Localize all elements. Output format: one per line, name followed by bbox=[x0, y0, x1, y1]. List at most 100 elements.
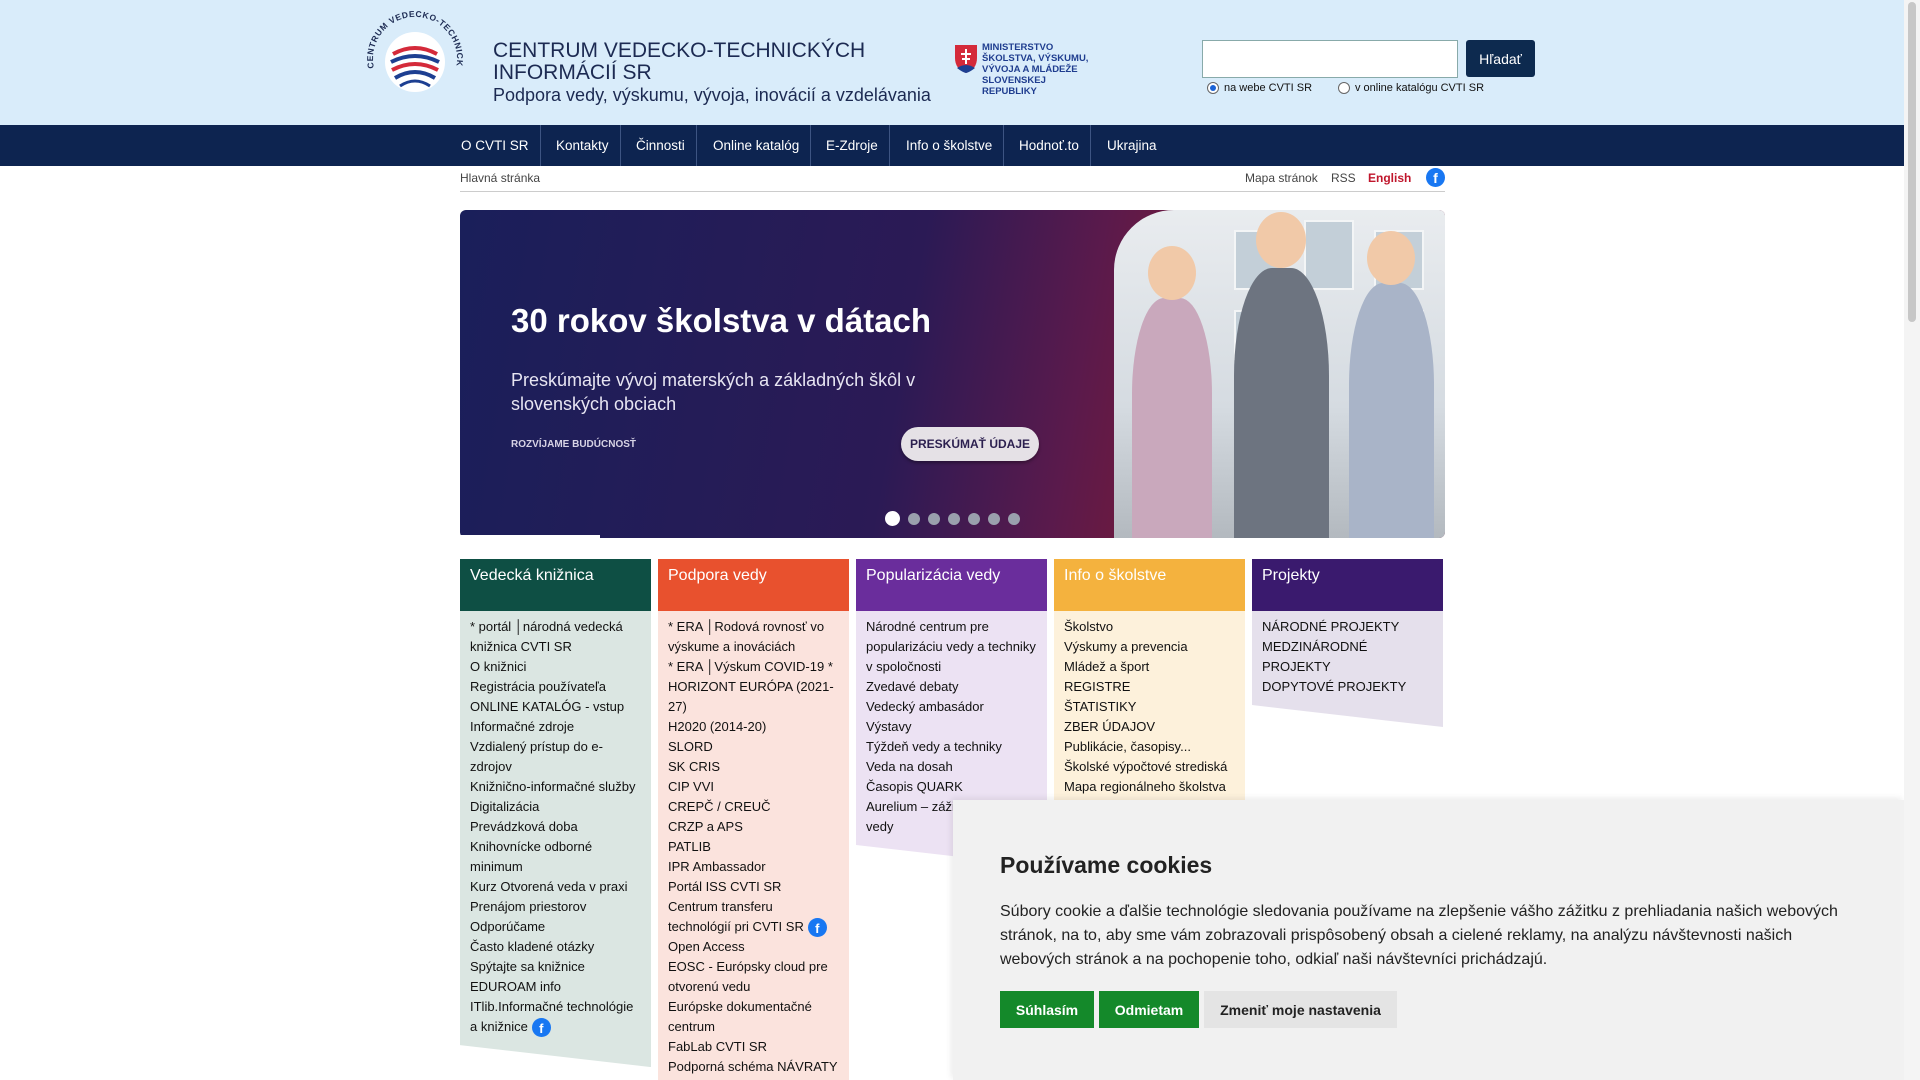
column-link[interactable]: Vzdialený prístup do e-zdrojov bbox=[470, 737, 641, 777]
column-link[interactable]: Registrácia používateľa bbox=[470, 677, 641, 697]
column-link[interactable]: Výstavy bbox=[866, 717, 1037, 737]
scrollbar-thumb[interactable] bbox=[1908, 2, 1916, 322]
column-link[interactable]: Často kladené otázky bbox=[470, 937, 641, 957]
banner-subtitle: Preskúmajte vývoj materských a základnýc… bbox=[511, 370, 916, 414]
cookie-settings-button[interactable]: Zmeniť moje nastavenia bbox=[1204, 991, 1397, 1028]
column-title[interactable]: Vedecká knižnica bbox=[460, 559, 651, 611]
radio-catalog-control[interactable] bbox=[1338, 82, 1350, 94]
column-link[interactable]: CRZP a APS bbox=[668, 817, 839, 837]
column-link[interactable]: IPR Ambassador bbox=[668, 857, 839, 877]
carousel-dot[interactable] bbox=[968, 512, 980, 525]
column-link[interactable]: Odporúčame bbox=[470, 917, 641, 937]
column-link[interactable]: SLORD bbox=[668, 737, 839, 757]
column-link[interactable]: Vedecký ambasádor bbox=[866, 697, 1037, 717]
column-link[interactable]: HORIZONT EURÓPA (2021-27) bbox=[668, 677, 839, 717]
column-link[interactable]: Mládež a šport bbox=[1064, 657, 1235, 677]
column-link[interactable]: Informačné zdroje bbox=[470, 717, 641, 737]
column-link[interactable]: Výskumy a prevencia bbox=[1064, 637, 1235, 657]
column-link[interactable]: Podporná schéma NÁVRATY bbox=[668, 1057, 839, 1077]
column-link[interactable]: Veda na dosah bbox=[866, 757, 1037, 777]
column-link[interactable]: FabLab CVTI SR bbox=[668, 1037, 839, 1057]
nav-ukrajina[interactable]: Ukrajina bbox=[1096, 125, 1168, 166]
ministry-logo[interactable]: MINISTERSTVO ŠKOLSTVA, VÝSKUMU, VÝVOJA A… bbox=[952, 40, 1102, 97]
column-link[interactable]: Prenájom priestorov bbox=[470, 897, 641, 917]
column-title[interactable]: Podpora vedy bbox=[658, 559, 849, 611]
site-title[interactable]: CENTRUM VEDECKO-TECHNICKÝCH INFORMÁCIÍ S… bbox=[493, 40, 953, 106]
cookie-reject-button[interactable]: Odmietam bbox=[1099, 991, 1199, 1028]
nav-hodnot-to[interactable]: Hodnoť.to bbox=[1008, 125, 1091, 166]
breadcrumb[interactable]: Hlavná stránka bbox=[460, 171, 540, 185]
column-link[interactable]: ŠTATISTIKY bbox=[1064, 697, 1235, 717]
facebook-icon[interactable]: f bbox=[1426, 168, 1445, 187]
carousel-dot[interactable] bbox=[1008, 512, 1020, 525]
sitemap-link[interactable]: Mapa stránok bbox=[1245, 171, 1318, 185]
column-link[interactable]: EOSC - Európsky cloud pre otvorenú vedu bbox=[668, 957, 839, 997]
column-link[interactable]: SK CRIS bbox=[668, 757, 839, 777]
nav-cinnosti[interactable]: Činnosti bbox=[625, 125, 697, 166]
column-link[interactable]: Európske dokumentačné centrum bbox=[668, 997, 839, 1037]
column-link[interactable]: ZBER ÚDAJOV bbox=[1064, 717, 1235, 737]
column-link[interactable]: Týždeň vedy a techniky bbox=[866, 737, 1037, 757]
column-title[interactable]: Info o školstve bbox=[1054, 559, 1245, 611]
column-link[interactable]: Open Access bbox=[668, 937, 839, 957]
column-link[interactable]: Kurz Otvorená veda v praxi bbox=[470, 877, 641, 897]
column-link[interactable]: DOPYTOVÉ PROJEKTY bbox=[1262, 677, 1433, 697]
rss-link[interactable]: RSS bbox=[1331, 171, 1356, 185]
column-link[interactable]: PATLIB bbox=[668, 837, 839, 857]
column-link[interactable]: ITlib.Informačné technológie a knižnice f bbox=[470, 997, 641, 1037]
banner-cta-button[interactable]: PRESKÚMAŤ ÚDAJE bbox=[901, 427, 1039, 461]
column-link[interactable]: EDUROAM info bbox=[470, 977, 641, 997]
nav-o-cvti[interactable]: O CVTI SR bbox=[450, 125, 541, 166]
hero-banner[interactable]: 30 rokov školstva v dátach Preskúmajte v… bbox=[460, 210, 1445, 538]
column-title[interactable]: Popularizácia vedy bbox=[856, 559, 1047, 611]
column-link[interactable]: NÁRODNÉ PROJEKTY bbox=[1262, 617, 1433, 637]
cookie-accept-button[interactable]: Súhlasím bbox=[1000, 991, 1094, 1028]
nav-e-zdroje[interactable]: E-Zdroje bbox=[815, 125, 890, 166]
column-link[interactable]: Časopis QUARK bbox=[866, 777, 1037, 797]
column-link[interactable]: H2020 (2014-20) bbox=[668, 717, 839, 737]
carousel-dot[interactable] bbox=[988, 512, 1000, 525]
column-link[interactable]: Publikácie, časopisy... bbox=[1064, 737, 1235, 757]
column-link[interactable]: Mapa regionálneho školstva bbox=[1064, 777, 1235, 797]
nav-info-o-skolstve[interactable]: Info o školstve bbox=[895, 125, 1005, 166]
column-link[interactable]: Digitalizácia bbox=[470, 797, 641, 817]
column-link[interactable]: Portál ISS CVTI SR bbox=[668, 877, 839, 897]
carousel-dot[interactable] bbox=[908, 512, 920, 525]
column-link[interactable]: Spýtajte sa knižnice bbox=[470, 957, 641, 977]
column-title[interactable]: Projekty bbox=[1252, 559, 1443, 611]
column-link[interactable]: Školstvo bbox=[1064, 617, 1235, 637]
column-link[interactable]: Knihovnícke odborné minimum bbox=[470, 837, 641, 877]
nav-online-katalog[interactable]: Online katalóg bbox=[702, 125, 812, 166]
nav-kontakty[interactable]: Kontakty bbox=[545, 125, 621, 166]
radio-search-catalog[interactable]: v online katalógu CVTI SR bbox=[1338, 82, 1484, 94]
carousel-dot[interactable] bbox=[948, 512, 960, 525]
english-link[interactable]: English bbox=[1368, 171, 1411, 185]
facebook-icon[interactable]: f bbox=[808, 918, 827, 937]
column-link[interactable]: CREPČ / CREUČ bbox=[668, 797, 839, 817]
facebook-icon[interactable]: f bbox=[532, 1018, 551, 1037]
column-link[interactable]: O knižnici bbox=[470, 657, 641, 677]
column-link[interactable]: Knižnično-informačné služby bbox=[470, 777, 641, 797]
column-link[interactable]: REGISTRE bbox=[1064, 677, 1235, 697]
column-link[interactable]: * portál │národná vedecká knižnica CVTI … bbox=[470, 617, 641, 657]
column-link[interactable]: Centrum transferu technológií pri CVTI S… bbox=[668, 897, 839, 937]
column-link[interactable]: * ERA │Výskum COVID-19 * bbox=[668, 657, 839, 677]
column-link[interactable]: Prevádzková doba bbox=[470, 817, 641, 837]
column-link[interactable]: CIP VVI bbox=[668, 777, 839, 797]
carousel-dot[interactable] bbox=[885, 511, 900, 526]
carousel-dot[interactable] bbox=[928, 512, 940, 525]
scrollbar[interactable] bbox=[1904, 0, 1920, 1080]
column-link[interactable]: Zvedavé debaty bbox=[866, 677, 1037, 697]
column-link[interactable]: ONLINE KATALÓG - vstup bbox=[470, 697, 641, 717]
column-vedecka-kniznica: Vedecká knižnica * portál │národná vedeck… bbox=[460, 559, 651, 1067]
column-link[interactable]: Národné centrum pre popularizáciu vedy a… bbox=[866, 617, 1037, 677]
column-link[interactable]: MEDZINÁRODNÉ PROJEKTY bbox=[1262, 637, 1433, 677]
column-link[interactable]: Školské výpočtové strediská bbox=[1064, 757, 1235, 777]
search-button[interactable]: Hľadať bbox=[1466, 40, 1535, 77]
search-input[interactable] bbox=[1202, 40, 1458, 78]
column-link-label: Vedecký ambasádor bbox=[866, 699, 984, 714]
radio-search-web[interactable]: na webe CVTI SR bbox=[1207, 82, 1312, 94]
radio-web-control[interactable] bbox=[1207, 82, 1219, 94]
column-link[interactable]: * ERA │Rodová rovnosť vo výskume a inová… bbox=[668, 617, 839, 657]
cvti-logo-icon[interactable]: CENTRUM VEDECKO-TECHNICKÝCH INFORMÁCIÍ S… bbox=[362, 8, 468, 112]
